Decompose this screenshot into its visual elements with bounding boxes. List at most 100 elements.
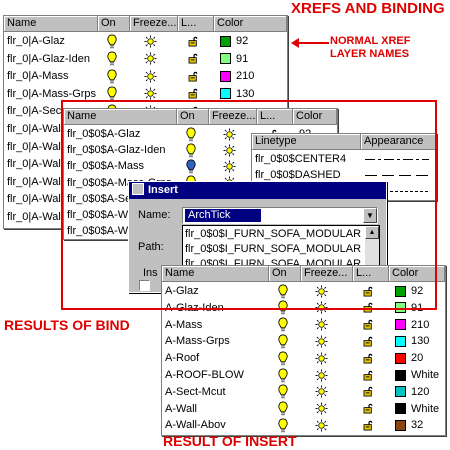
lock-toggle[interactable] [363,350,376,367]
layer-row[interactable]: A-Mass 210 [162,317,445,334]
on-toggle[interactable] [277,417,289,434]
column-header-on[interactable]: On [98,16,130,32]
arrow-icon [291,38,329,48]
color-swatch [395,386,406,398]
lock-icon[interactable] [188,36,201,47]
on-toggle[interactable] [106,68,118,86]
lock-icon[interactable] [363,403,376,414]
on-toggle[interactable] [277,333,289,350]
freeze-toggle[interactable] [315,417,328,434]
lock-toggle[interactable] [363,401,376,418]
lock-icon[interactable] [363,353,376,364]
sun-icon[interactable] [315,369,328,382]
layer-color[interactable]: 120 [395,384,429,401]
layer-color[interactable]: 130 [395,333,429,350]
lock-toggle[interactable] [188,33,201,51]
on-toggle[interactable] [106,33,118,51]
color-swatch [395,403,406,415]
layer-row[interactable]: flr_0|A-Glaz-Iden 91 [4,51,287,69]
lightbulb-icon[interactable] [106,69,118,84]
lock-icon[interactable] [188,88,201,99]
sun-icon[interactable] [315,352,328,365]
lightbulb-icon[interactable] [277,384,289,399]
on-toggle[interactable] [277,317,289,334]
lock-toggle[interactable] [363,417,376,434]
lightbulb-icon[interactable] [277,317,289,332]
freeze-toggle[interactable] [144,51,157,69]
lightbulb-icon[interactable] [277,334,289,349]
lock-icon[interactable] [363,336,376,347]
lightbulb-icon[interactable] [106,51,118,66]
freeze-toggle[interactable] [144,33,157,51]
lock-toggle[interactable] [188,51,201,69]
sun-icon[interactable] [315,335,328,348]
sun-icon[interactable] [144,87,157,100]
on-toggle[interactable] [277,350,289,367]
lock-toggle[interactable] [363,317,376,334]
layer-color[interactable]: 32 [395,417,423,434]
lock-icon[interactable] [188,71,201,82]
lightbulb-icon[interactable] [106,34,118,49]
layer-color[interactable]: White [395,367,439,384]
layer-color[interactable]: 20 [395,350,423,367]
lock-icon[interactable] [363,319,376,330]
color-swatch [220,70,231,82]
sun-icon[interactable] [315,419,328,432]
on-toggle[interactable] [277,384,289,401]
lock-icon[interactable] [188,53,201,64]
layer-row[interactable]: A-Roof 20 [162,350,445,367]
freeze-toggle[interactable] [144,68,157,86]
freeze-toggle[interactable] [315,333,328,350]
on-toggle[interactable] [277,367,289,384]
sun-icon[interactable] [315,402,328,415]
freeze-toggle[interactable] [315,317,328,334]
sun-icon[interactable] [315,385,328,398]
layer-row[interactable]: A-Mass-Grps 130 [162,333,445,350]
on-toggle[interactable] [106,51,118,69]
column-header-name[interactable]: Name [4,16,98,32]
sun-icon[interactable] [315,318,328,331]
column-header-freeze[interactable]: Freeze... [130,16,178,32]
freeze-toggle[interactable] [315,401,328,418]
color-value: 130 [236,87,255,100]
sun-icon[interactable] [144,52,157,65]
sun-icon[interactable] [144,70,157,83]
layer-row[interactable]: A-ROOF-BLOW White [162,367,445,384]
layer-color[interactable]: 91 [220,51,248,69]
color-value: 91 [236,52,249,65]
color-value: 130 [411,335,430,348]
layer-row[interactable]: flr_0|A-Glaz 92 [4,33,287,51]
on-toggle[interactable] [277,401,289,418]
layer-row[interactable]: A-Wall-Abov 32 [162,417,445,434]
lightbulb-icon[interactable] [277,351,289,366]
layer-row[interactable]: A-Wall White [162,401,445,418]
lock-icon[interactable] [363,386,376,397]
color-value: 120 [411,385,430,398]
lock-icon[interactable] [363,370,376,381]
layer-row[interactable]: flr_0|A-Mass 210 [4,68,287,86]
lightbulb-icon[interactable] [277,368,289,383]
layer-name: A-Roof [165,352,200,365]
color-value: 20 [411,352,424,365]
bind-label: RESULTS OF BIND [4,317,130,333]
layer-color[interactable]: 210 [395,317,429,334]
column-header-color[interactable]: Color [214,16,287,32]
lock-toggle[interactable] [363,333,376,350]
lock-toggle[interactable] [363,367,376,384]
lightbulb-icon[interactable] [277,401,289,416]
lock-icon[interactable] [363,420,376,431]
layer-color[interactable]: 92 [220,33,248,51]
lock-toggle[interactable] [363,384,376,401]
layer-color[interactable]: 210 [220,68,254,86]
freeze-toggle[interactable] [315,367,328,384]
column-header-lock[interactable]: L... [178,16,214,32]
color-value: 210 [411,318,430,331]
freeze-toggle[interactable] [315,384,328,401]
freeze-toggle[interactable] [315,350,328,367]
lightbulb-icon[interactable] [277,418,289,433]
sun-icon[interactable] [144,35,157,48]
layer-name: A-Wall [165,402,197,415]
lock-toggle[interactable] [188,68,201,86]
layer-row[interactable]: A-Sect-Mcut 120 [162,384,445,401]
layer-color[interactable]: White [395,401,439,418]
